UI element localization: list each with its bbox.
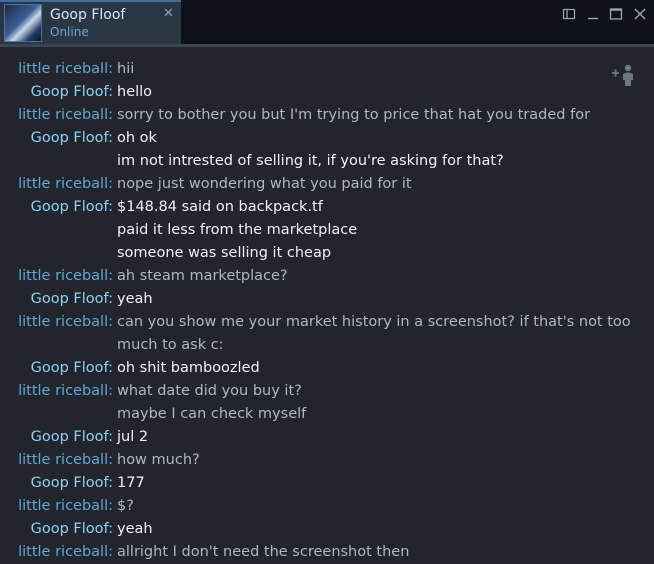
message-sender[interactable]: little riceball:: [18, 449, 113, 472]
chat-message: little riceball: hii: [0, 58, 654, 81]
friend-name: Goop Floof: [50, 7, 126, 23]
message-sender[interactable]: little riceball:: [18, 58, 113, 81]
chat-tab[interactable]: Goop Floof Online ✕: [0, 0, 181, 44]
chat-message: little riceball: can you show me your mar…: [0, 311, 654, 334]
message-text: oh ok: [117, 130, 157, 146]
message-text: someone was selling it cheap: [117, 245, 332, 261]
message-sender[interactable]: little riceball:: [18, 380, 113, 403]
chat-message: Goop Floof: $148.84 said on backpack.tf: [0, 196, 654, 219]
chat-message: Goop Floof: yeah: [0, 288, 654, 311]
message-text: nope just wondering what you paid for it: [117, 176, 412, 192]
message-sender[interactable]: little riceball:: [18, 173, 113, 196]
close-icon[interactable]: [632, 7, 648, 21]
chat-message: maybe I can check myself: [0, 403, 654, 426]
chat-message: Goop Floof: oh ok: [0, 127, 654, 150]
message-text: can you show me your market history in a…: [117, 314, 631, 330]
message-text: ah steam marketplace?: [117, 268, 288, 284]
message-text: how much?: [117, 452, 200, 468]
message-sender[interactable]: Goop Floof:: [31, 357, 113, 380]
message-text: paid it less from the marketplace: [117, 222, 358, 238]
chat-message: much to ask c:: [0, 334, 654, 357]
message-text: what date did you buy it?: [117, 383, 302, 399]
chat-message: Goop Floof: jul 2: [0, 426, 654, 449]
message-sender[interactable]: Goop Floof:: [31, 81, 113, 104]
message-text: sorry to bother you but I'm trying to pr…: [117, 107, 591, 123]
message-text: maybe I can check myself: [117, 406, 307, 422]
friend-avatar: [4, 4, 42, 42]
chat-message: little riceball: sorry to bother you but …: [0, 104, 654, 127]
message-sender[interactable]: Goop Floof:: [31, 127, 113, 150]
chat-message: paid it less from the marketplace: [0, 219, 654, 242]
chat-message: someone was selling it cheap: [0, 242, 654, 265]
chat-message: little riceball: $?: [0, 495, 654, 518]
message-text: hello: [117, 84, 153, 100]
restore-icon[interactable]: [561, 7, 577, 21]
message-text: im not intrested of selling it, if you'r…: [117, 153, 504, 169]
chat-message: little riceball: nope just wondering what…: [0, 173, 654, 196]
message-sender[interactable]: little riceball:: [18, 104, 113, 127]
message-sender[interactable]: little riceball:: [18, 265, 113, 288]
message-sender[interactable]: Goop Floof:: [31, 472, 113, 495]
tab-separator: [0, 44, 654, 47]
message-sender[interactable]: Goop Floof:: [31, 196, 113, 219]
message-text: $148.84 said on backpack.tf: [117, 199, 323, 215]
chat-message: little riceball: ah steam marketplace?: [0, 265, 654, 288]
chat-message: Goop Floof: yeah: [0, 518, 654, 541]
message-text: oh shit bamboozled: [117, 360, 260, 376]
chat-message: Goop Floof: 177: [0, 472, 654, 495]
message-text: hii: [117, 61, 135, 77]
message-text: $?: [117, 498, 134, 514]
chat-message: little riceball: what date did you buy it…: [0, 380, 654, 403]
chat-message: little riceball: how much?: [0, 449, 654, 472]
minimize-icon[interactable]: [585, 7, 601, 21]
message-text: much to ask c:: [117, 337, 224, 353]
maximize-icon[interactable]: [608, 7, 624, 21]
message-sender[interactable]: little riceball:: [18, 495, 113, 518]
close-tab-icon[interactable]: ✕: [163, 6, 174, 21]
friend-status: Online: [50, 25, 89, 39]
message-text: 177: [117, 475, 145, 491]
message-text: yeah: [117, 521, 153, 537]
message-text: yeah: [117, 291, 153, 307]
message-sender[interactable]: little riceball:: [18, 311, 113, 334]
message-text: jul 2: [117, 429, 149, 445]
message-sender[interactable]: Goop Floof:: [31, 288, 113, 311]
message-sender[interactable]: Goop Floof:: [31, 518, 113, 541]
chat-message: Goop Floof: hello: [0, 81, 654, 104]
chat-message: im not intrested of selling it, if you'r…: [0, 150, 654, 173]
chat-message: Goop Floof: oh shit bamboozled: [0, 357, 654, 380]
title-bar: Goop Floof Online ✕: [0, 0, 654, 44]
message-sender[interactable]: Goop Floof:: [31, 426, 113, 449]
